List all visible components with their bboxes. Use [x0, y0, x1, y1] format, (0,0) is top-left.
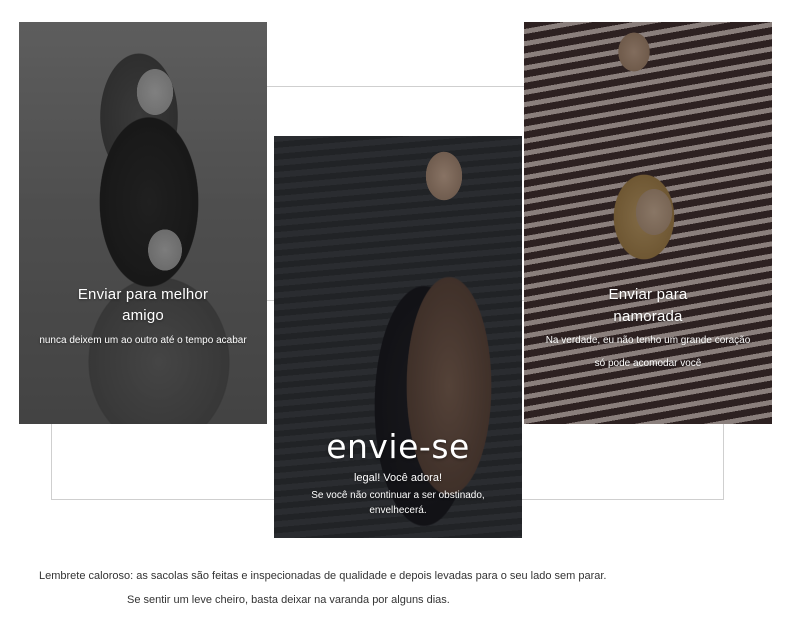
card-girlfriend[interactable]: Enviar para namorada Na verdade, eu não …: [524, 22, 772, 424]
card-best-friend-title-line1: Enviar para melhor: [77, 286, 209, 303]
card-send-yourself-title: envie-se: [326, 427, 470, 466]
card-best-friend-subtitle: nunca deixem um ao outro até o tempo aca…: [39, 335, 247, 346]
card-girlfriend-subtitle-line2: só pode acomodar você: [594, 358, 702, 369]
footer-note-line2: Se sentir um leve cheiro, basta deixar n…: [127, 594, 450, 606]
footer-note-line1: Lembrete caloroso: as sacolas são feitas…: [39, 570, 607, 582]
frame-top-line: [267, 86, 524, 87]
card-send-yourself-line2: Se você não continuar a ser obstinado,: [311, 490, 485, 501]
card-best-friend-title-line2: amigo: [122, 307, 164, 324]
card-girlfriend-title-line2: namorada: [613, 308, 683, 325]
card-girlfriend-subtitle-line1: Na verdade, eu não tenho um grande coraç…: [545, 335, 751, 346]
card-best-friend[interactable]: Enviar para melhor amigo nunca deixem um…: [19, 22, 267, 424]
card-send-yourself[interactable]: envie-se legal! Você adora! Se você não …: [274, 136, 522, 538]
card-send-yourself-line3: envelhecerá.: [369, 505, 427, 516]
card-best-friend-photo: [19, 22, 267, 424]
card-girlfriend-title-line1: Enviar para: [608, 286, 688, 303]
card-send-yourself-line1: legal! Você adora!: [353, 472, 443, 484]
